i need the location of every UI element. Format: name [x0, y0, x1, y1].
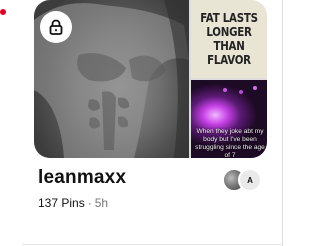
- cover-image-bottom-right: When they joke abt my body but I've been…: [191, 80, 267, 158]
- pin-count: 137 Pins: [38, 196, 85, 210]
- cover-text-quote: FAT LASTS LONGER THAN FLAVOR: [200, 10, 258, 67]
- cover-caption: When they joke abt my body but I've been…: [195, 128, 265, 158]
- cover-image-top-right: FAT LASTS LONGER THAN FLAVOR: [191, 0, 267, 78]
- row-divider: [22, 244, 283, 245]
- board-meta: 137 Pins · 5h: [38, 196, 108, 210]
- column-divider: [282, 0, 283, 246]
- board-card[interactable]: FAT LASTS LONGER THAN FLAVOR When they j…: [34, 0, 267, 246]
- last-updated: 5h: [94, 196, 109, 210]
- board-title: leanmaxx: [38, 167, 127, 188]
- avatar-initial: A: [238, 168, 262, 192]
- lock-icon: [49, 19, 63, 35]
- secret-board-badge: [40, 11, 72, 43]
- meta-separator: ·: [87, 196, 92, 210]
- board-collaborators[interactable]: A: [222, 168, 270, 192]
- notification-dot: [0, 9, 6, 15]
